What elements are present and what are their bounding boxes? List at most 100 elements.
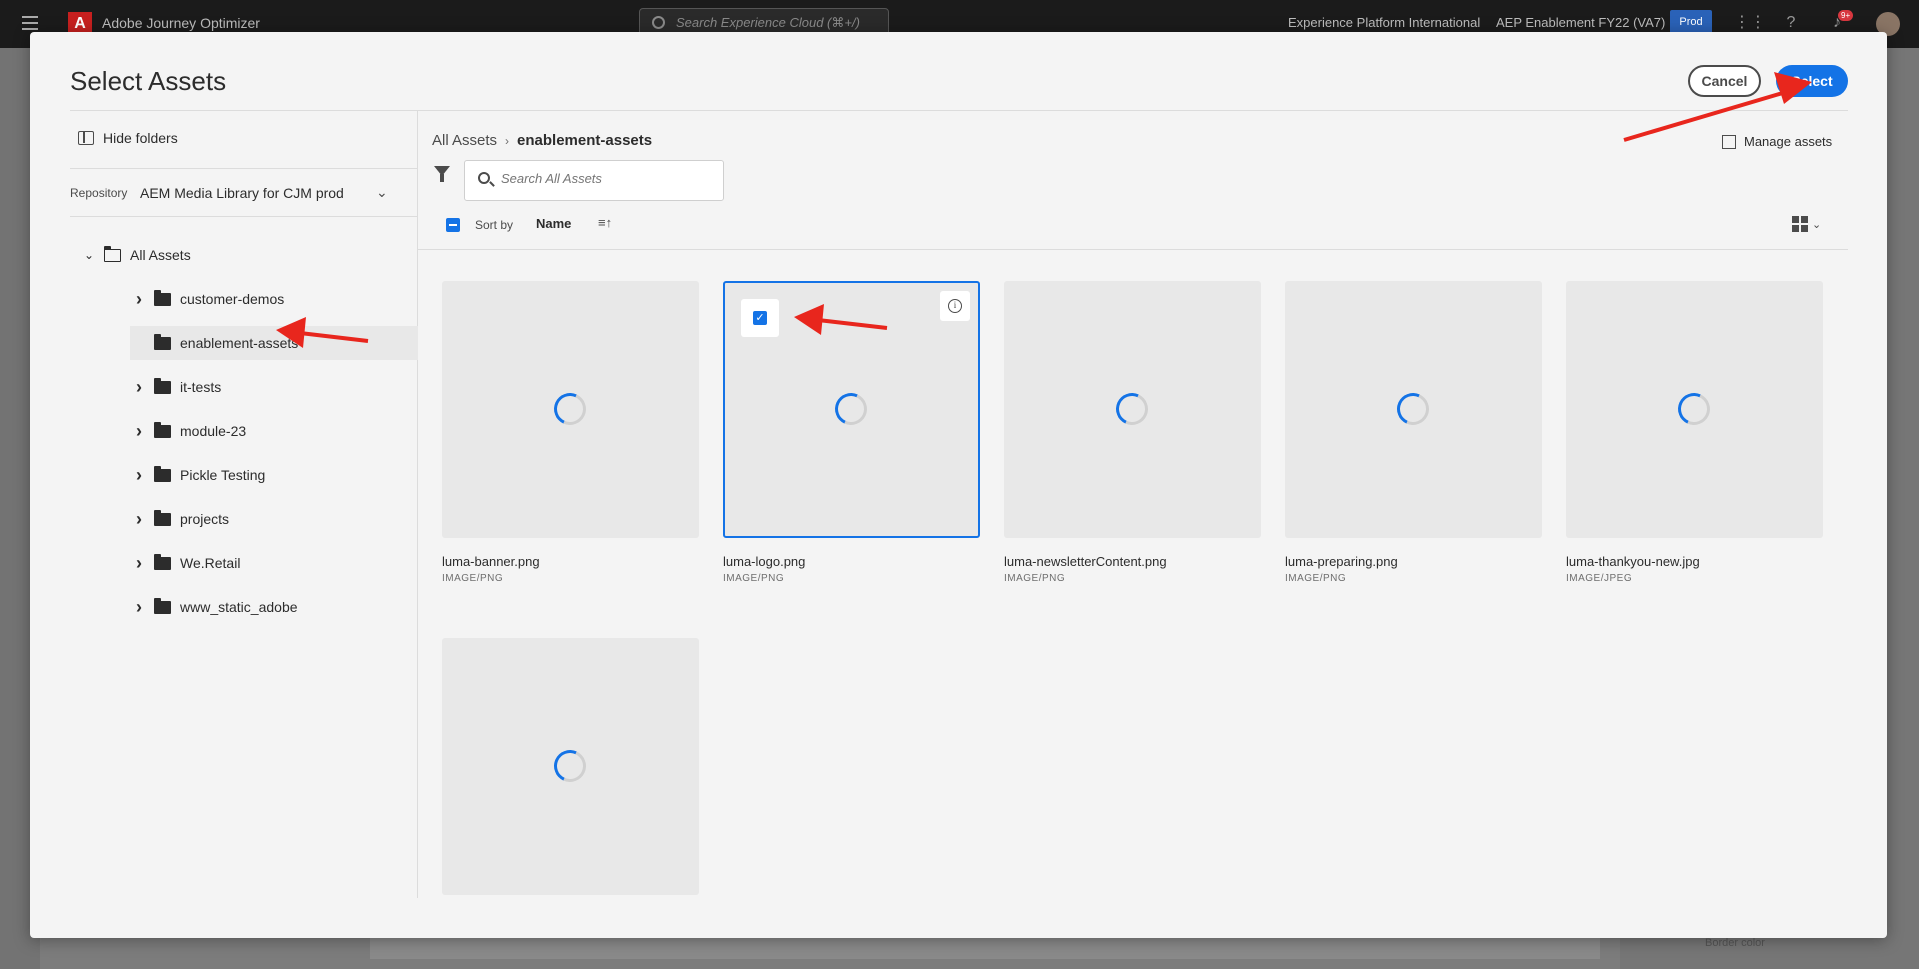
chevron-down-icon[interactable]: ⌄ — [82, 248, 96, 262]
tree-item-label: Pickle Testing — [180, 467, 266, 483]
asset-thumbnail[interactable] — [1285, 281, 1542, 538]
folder-icon — [154, 465, 171, 482]
hide-folders-button[interactable]: Hide folders — [78, 130, 178, 146]
asset-type: IMAGE/PNG — [1004, 573, 1066, 584]
sort-field-select[interactable]: Name — [536, 216, 571, 231]
tree-item[interactable]: › module-23 — [132, 416, 246, 446]
folder-icon — [154, 289, 171, 306]
manage-assets-label: Manage assets — [1744, 134, 1833, 149]
sort-by-label: Sort by — [475, 218, 514, 232]
chevron-right-icon[interactable]: › — [132, 289, 146, 310]
view-toggle[interactable]: ⌄ — [1792, 216, 1821, 232]
tree-item[interactable]: › projects — [132, 504, 229, 534]
checkmark-icon: ✓ — [753, 311, 767, 325]
asset-name: luma-preparing.png — [1285, 554, 1398, 569]
tree-item[interactable]: › customer-demos — [132, 284, 284, 314]
asset-name: luma-banner.png — [442, 554, 540, 569]
asset-thumbnail[interactable] — [1566, 281, 1823, 538]
tree-item[interactable]: › it-tests — [132, 372, 221, 402]
tree-item-label: module-23 — [180, 423, 247, 439]
tree-item-label: All Assets — [130, 247, 191, 263]
folder-open-icon — [103, 245, 121, 262]
asset-card[interactable]: luma-newsletterContent.png IMAGE/PNG — [1004, 281, 1261, 584]
manage-assets-link[interactable]: Manage assets — [1722, 134, 1832, 149]
folder-icon — [154, 333, 171, 350]
asset-card[interactable] — [442, 638, 699, 895]
asset-search-input[interactable] — [501, 171, 711, 186]
chevron-right-icon[interactable]: › — [132, 421, 146, 442]
asset-thumbnail[interactable] — [442, 638, 699, 895]
loading-spinner-icon — [830, 388, 872, 430]
chevron-down-icon[interactable]: ⌄ — [376, 184, 388, 201]
apps-grid-icon[interactable]: ⋮⋮ — [1734, 14, 1766, 32]
asset-type: IMAGE/JPEG — [1566, 573, 1633, 584]
tree-item[interactable]: › We.Retail — [132, 548, 240, 578]
asset-name: luma-logo.png — [723, 554, 806, 569]
asset-name: luma-thankyou-new.jpg — [1566, 554, 1700, 569]
asset-card[interactable]: ✓ i luma-logo.png IMAGE/PNG — [723, 281, 980, 584]
info-icon: i — [948, 299, 962, 313]
app-name: Adobe Journey Optimizer — [102, 15, 260, 31]
tree-item[interactable]: enablement-assets — [130, 326, 418, 360]
tree-item-label: www_static_adobe — [180, 599, 298, 615]
asset-thumbnail[interactable] — [442, 281, 699, 538]
asset-search-box — [464, 160, 724, 201]
asset-name: luma-newsletterContent.png — [1004, 554, 1167, 569]
chevron-right-icon[interactable]: › — [132, 465, 146, 486]
help-icon[interactable]: ? — [1782, 14, 1800, 32]
tree-item-label: We.Retail — [180, 555, 241, 571]
repository-select[interactable]: AEM Media Library for CJM prod — [140, 185, 344, 201]
dialog-title: Select Assets — [70, 66, 227, 96]
search-icon — [478, 172, 490, 184]
divider — [418, 249, 1848, 250]
tree-item-label: enablement-assets — [180, 335, 299, 351]
folder-icon — [154, 377, 171, 394]
asset-card[interactable]: luma-banner.png IMAGE/PNG — [442, 281, 699, 584]
select-all-checkbox[interactable] — [446, 218, 460, 232]
chevron-right-icon[interactable]: › — [132, 553, 146, 574]
tree-item[interactable]: › Pickle Testing — [132, 460, 265, 490]
breadcrumb-root[interactable]: All Assets — [432, 132, 497, 149]
folder-icon — [154, 421, 171, 438]
side-panel-icon — [78, 131, 94, 145]
asset-thumbnail[interactable]: ✓ i — [723, 281, 980, 538]
notification-badge: 9+ — [1838, 10, 1854, 21]
external-link-icon — [1722, 134, 1736, 149]
menu-icon[interactable] — [22, 16, 38, 30]
asset-type: IMAGE/PNG — [1285, 573, 1347, 584]
asset-card[interactable]: luma-thankyou-new.jpg IMAGE/JPEG — [1566, 281, 1823, 584]
loading-spinner-icon — [1111, 388, 1153, 430]
asset-card[interactable]: luma-preparing.png IMAGE/PNG — [1285, 281, 1542, 584]
tree-item-label: customer-demos — [180, 291, 285, 307]
tree-root-all-assets[interactable]: ⌄ All Assets — [82, 240, 191, 270]
hide-folders-label: Hide folders — [103, 130, 178, 146]
select-button[interactable]: Select — [1776, 65, 1848, 97]
chevron-right-icon[interactable]: › — [132, 377, 146, 398]
chevron-right-icon[interactable]: › — [132, 509, 146, 530]
tree-item[interactable]: › www_static_adobe — [132, 592, 298, 622]
info-button[interactable]: i — [940, 291, 970, 321]
grid-view-icon — [1792, 216, 1808, 232]
divider — [70, 168, 418, 169]
divider — [70, 216, 418, 217]
chevron-right-icon: › — [505, 133, 510, 148]
search-icon — [652, 16, 665, 29]
asset-thumbnail[interactable] — [1004, 281, 1261, 538]
folder-icon — [154, 597, 171, 614]
loading-spinner-icon — [549, 388, 591, 430]
breadcrumb: All Assets › enablement-assets — [432, 132, 652, 149]
asset-checkbox[interactable]: ✓ — [741, 299, 779, 337]
tree-item-label: it-tests — [180, 379, 222, 395]
environment-badge[interactable]: Prod — [1670, 10, 1712, 34]
folders-panel: Hide folders Repository AEM Media Librar… — [70, 111, 418, 898]
loading-spinner-icon — [1673, 388, 1715, 430]
cancel-button[interactable]: Cancel — [1688, 65, 1761, 97]
sandbox-name[interactable]: AEP Enablement FY22 (VA7) — [1496, 15, 1665, 30]
chevron-down-icon: ⌄ — [1812, 218, 1822, 231]
org-name[interactable]: Experience Platform International — [1288, 15, 1480, 30]
sort-order-icon[interactable]: ≡↑ — [598, 215, 612, 230]
filter-icon[interactable] — [434, 166, 450, 182]
chevron-right-icon[interactable]: › — [132, 597, 146, 618]
folder-icon — [154, 509, 171, 526]
loading-spinner-icon — [1392, 388, 1434, 430]
